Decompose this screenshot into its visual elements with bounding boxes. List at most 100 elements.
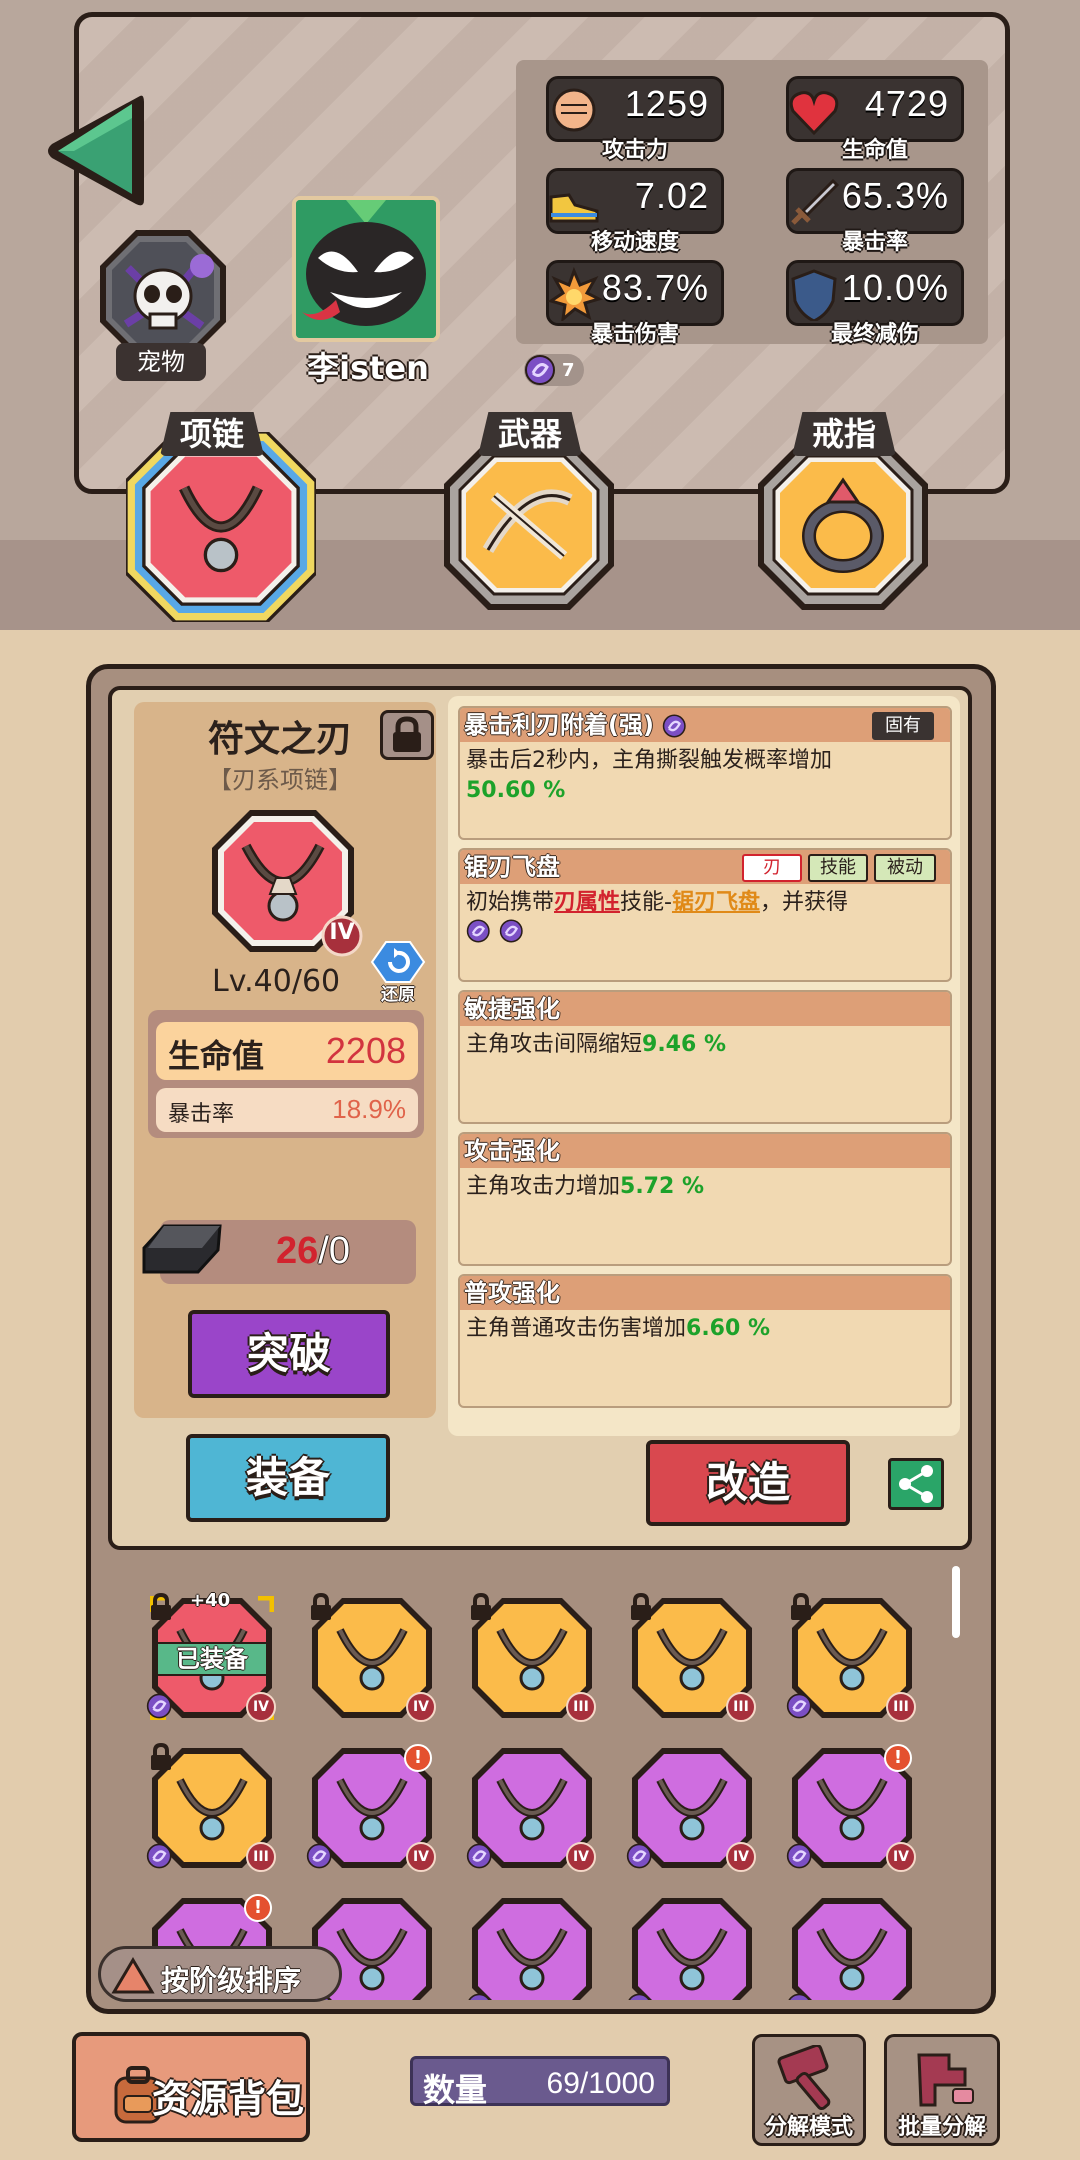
- affix-desc-part: ，并获得: [760, 890, 849, 915]
- bonus-level: +40: [190, 1590, 231, 1611]
- breakthrough-button[interactable]: 突破: [188, 1310, 390, 1398]
- tier-badge: IV: [406, 1692, 436, 1722]
- back-arrow-icon[interactable]: [44, 90, 144, 212]
- stat-label: 生命值: [841, 138, 908, 163]
- batch-hammer-icon: [917, 2053, 974, 2107]
- inventory-item[interactable]: III: [470, 1592, 596, 1722]
- tier-badge: IV: [246, 1692, 276, 1722]
- tag-passive: 被动: [874, 854, 936, 882]
- stat-value: 10.0%: [841, 267, 949, 308]
- inventory-item[interactable]: [468, 1896, 594, 2000]
- inventory-item[interactable]: IV!: [786, 1744, 916, 1872]
- affix-desc: 暴击后2秒内，主角撕裂触发概率增加 50.60 %: [466, 746, 946, 806]
- tier-badge: III: [726, 1692, 756, 1722]
- stat-label: 暴击伤害: [590, 322, 679, 347]
- affix-desc: 主角攻击间隔缩短9.46 %: [466, 1030, 946, 1060]
- inventory-scrollbar[interactable]: [952, 1566, 960, 1638]
- reforge-button[interactable]: 改造: [646, 1440, 850, 1526]
- affix-keyword[interactable]: 刃属性: [554, 890, 620, 915]
- inventory-item[interactable]: III: [786, 1592, 916, 1722]
- inventory-item[interactable]: IV 已装备 +40: [146, 1590, 276, 1722]
- rune-token-icon: [466, 1843, 492, 1869]
- explosion-icon: [547, 267, 603, 321]
- restore-label: 还原: [381, 985, 415, 1005]
- decompose-mode-button[interactable]: 分解模式: [752, 2034, 866, 2146]
- tier-badge: III: [886, 1692, 916, 1722]
- inventory-item[interactable]: IV: [626, 1746, 756, 1872]
- rune-token-icon: [525, 355, 555, 385]
- rune-token-icon: [786, 1843, 812, 1869]
- tier-badge: IV: [886, 1842, 916, 1872]
- weapon-slot-icon[interactable]: [444, 440, 614, 610]
- affix-desc-text: 主角普通攻击伤害增加: [466, 1316, 687, 1341]
- stat-value: 7.02: [634, 175, 709, 216]
- rune-token-icon: [626, 1843, 652, 1869]
- affix-value: 9.46 %: [642, 1032, 726, 1057]
- share-button[interactable]: [888, 1458, 944, 1510]
- affix-desc-text: 主角攻击力增加: [466, 1174, 621, 1199]
- token-badge: [524, 354, 584, 386]
- necklace-item-icon: [472, 1898, 592, 2000]
- item-name: 符文之刃: [207, 719, 352, 760]
- stat-value: 1259: [624, 83, 709, 124]
- affix-desc-part: 技能-: [620, 890, 672, 915]
- inventory-item[interactable]: IV: [466, 1746, 596, 1872]
- affix-skill-link[interactable]: 锯刃飞盘: [672, 890, 760, 915]
- shoe-icon: [549, 193, 599, 223]
- batch-decompose-button[interactable]: 批量分解: [884, 2034, 1000, 2146]
- affix-title: 暴击利刃附着(强): [464, 711, 654, 739]
- rune-token-icon: [306, 1843, 332, 1869]
- count-value: 69/1000: [546, 2067, 655, 2100]
- lock-icon: [151, 1592, 171, 1620]
- ring-slot-icon[interactable]: [758, 440, 928, 610]
- heart-icon: [789, 91, 839, 136]
- pet-label: 宠物: [116, 343, 206, 381]
- affix-desc-part: 初始携带: [466, 890, 555, 915]
- equip-button[interactable]: 装备: [186, 1434, 390, 1522]
- restore-button[interactable]: 还原: [370, 940, 426, 1005]
- inventory-item[interactable]: [628, 1896, 754, 2000]
- slot-tab[interactable]: 武器: [478, 412, 582, 456]
- rune-token-icon: [146, 1693, 172, 1719]
- triangle-sort-icon: [111, 1957, 155, 1994]
- necklace-item-icon: [632, 1898, 752, 2000]
- player-avatar[interactable]: [292, 196, 440, 342]
- batch-decompose-label: 批量分解: [897, 2115, 986, 2140]
- item-hp-value: 2208: [325, 1030, 406, 1071]
- stat-label: 最终减伤: [830, 322, 919, 347]
- resource-bag-label: 资源背包: [152, 2077, 305, 2121]
- pet-skull-icon[interactable]: [98, 228, 228, 360]
- inventory-item[interactable]: IV: [310, 1592, 436, 1722]
- affix-card: 普攻强化 主角普通攻击伤害增加6.60 %: [458, 1274, 952, 1408]
- rune-token-icon: [466, 919, 490, 943]
- affix-desc-text: 暴击后2秒内，主角撕裂触发概率增加: [466, 748, 832, 773]
- item-hp-row: 生命值 2208: [156, 1022, 418, 1080]
- affix-card: 锯刃飞盘 刃 技能 被动 初始携带刃属性技能-锯刃飞盘，并获得: [458, 848, 952, 982]
- item-crit-row: 暴击率 18.9%: [156, 1088, 418, 1132]
- lock-icon: [311, 1592, 331, 1620]
- equipped-badge: 已装备: [156, 1642, 268, 1676]
- necklace-slot-icon[interactable]: [126, 432, 316, 622]
- slot-tab[interactable]: 项链: [160, 412, 264, 456]
- venom-avatar-icon: [296, 200, 436, 338]
- affix-value: 50.60 %: [466, 778, 566, 803]
- stat-label: 暴击率: [841, 230, 908, 255]
- slot-tab[interactable]: 戒指: [792, 412, 896, 456]
- stat-value: 83.7%: [601, 267, 709, 308]
- inventory-item[interactable]: III: [630, 1592, 756, 1722]
- lock-icon: [151, 1742, 171, 1770]
- stat-value: 65.3%: [841, 175, 949, 216]
- fist-icon: [552, 88, 596, 132]
- necklace-item-icon: [792, 1898, 912, 2000]
- inventory-item[interactable]: IV!: [306, 1744, 436, 1872]
- item-crit-value: 18.9%: [332, 1094, 406, 1124]
- ore-count: 26/0: [276, 1230, 350, 1273]
- player-name: 李isten: [307, 349, 429, 387]
- item-level: Lv.40/60: [212, 964, 341, 999]
- inventory-item[interactable]: [788, 1896, 914, 2000]
- item-type: 【刃系项链】: [208, 766, 352, 794]
- lock-button[interactable]: [380, 710, 434, 760]
- sort-button[interactable]: 按阶级排序: [98, 1946, 342, 2002]
- inventory-item[interactable]: III: [146, 1742, 276, 1872]
- resource-bag-button[interactable]: 资源背包: [72, 2032, 310, 2142]
